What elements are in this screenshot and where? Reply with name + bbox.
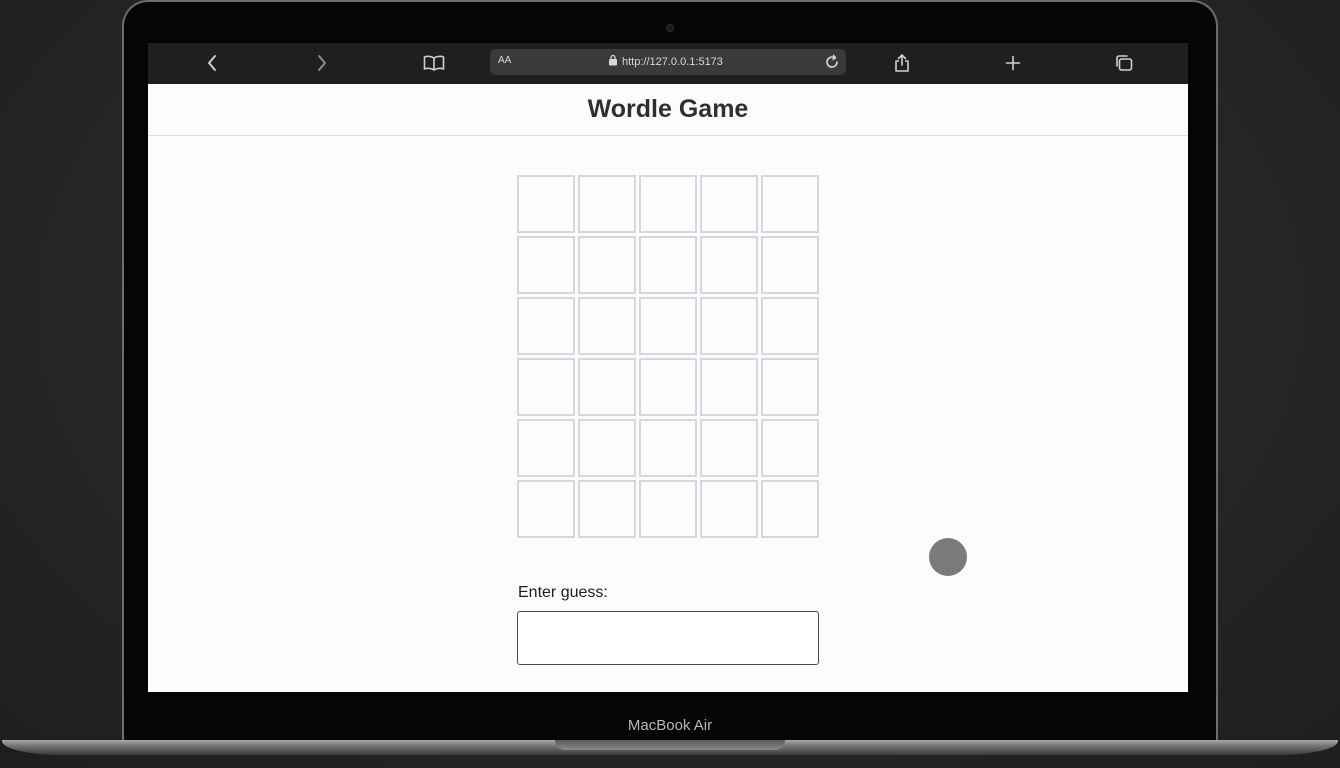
letter-tile (578, 358, 636, 416)
camera (666, 24, 674, 32)
chevron-left-icon[interactable] (199, 51, 225, 75)
share-icon[interactable] (889, 51, 915, 75)
browser-toolbar: AA http://127.0.0.1:5173 (148, 43, 1188, 84)
letter-tile (578, 419, 636, 477)
letter-tile (761, 480, 819, 538)
letter-tile (639, 419, 697, 477)
letter-tile (517, 358, 575, 416)
plus-icon[interactable] (1000, 51, 1026, 75)
laptop-opening-notch (555, 740, 785, 750)
letter-tile (578, 297, 636, 355)
lock-icon (608, 54, 618, 69)
letter-tile (517, 175, 575, 233)
url-text: http://127.0.0.1:5173 (622, 55, 723, 68)
text-size-button[interactable]: AA (498, 55, 511, 66)
letter-tile (639, 480, 697, 538)
letter-tile (700, 236, 758, 294)
page-title: Wordle Game (587, 95, 749, 123)
page-header: Wordle Game (148, 84, 1188, 136)
letter-tile (639, 236, 697, 294)
pointer-cursor (929, 538, 967, 576)
letter-tile (761, 236, 819, 294)
book-icon[interactable] (421, 51, 447, 75)
letter-tile (517, 480, 575, 538)
url-display[interactable]: http://127.0.0.1:5173 (608, 54, 723, 69)
letter-tile (517, 419, 575, 477)
letter-tile (761, 297, 819, 355)
letter-tile (761, 358, 819, 416)
letter-tile (578, 175, 636, 233)
letter-tile (700, 480, 758, 538)
letter-tile (639, 358, 697, 416)
reload-icon[interactable] (824, 54, 840, 70)
letter-tile (700, 175, 758, 233)
address-bar[interactable]: AA http://127.0.0.1:5173 (490, 49, 846, 75)
wordle-board (517, 175, 819, 538)
letter-tile (761, 175, 819, 233)
device-label: MacBook Air (627, 717, 713, 734)
letter-tile (761, 419, 819, 477)
letter-tile (639, 175, 697, 233)
guess-input[interactable] (517, 611, 819, 665)
guess-label: Enter guess: (518, 584, 608, 601)
tabs-overview-icon[interactable] (1111, 51, 1137, 75)
letter-tile (700, 297, 758, 355)
letter-tile (700, 419, 758, 477)
macbook-mockup: AA http://127.0.0.1:5173 Wordle Game Ent… (0, 0, 1340, 768)
letter-tile (578, 480, 636, 538)
letter-tile (517, 236, 575, 294)
chevron-right-icon[interactable] (309, 51, 335, 75)
letter-tile (517, 297, 575, 355)
browser-window: AA http://127.0.0.1:5173 Wordle Game Ent… (148, 43, 1188, 692)
letter-tile (578, 236, 636, 294)
letter-tile (639, 297, 697, 355)
letter-tile (700, 358, 758, 416)
